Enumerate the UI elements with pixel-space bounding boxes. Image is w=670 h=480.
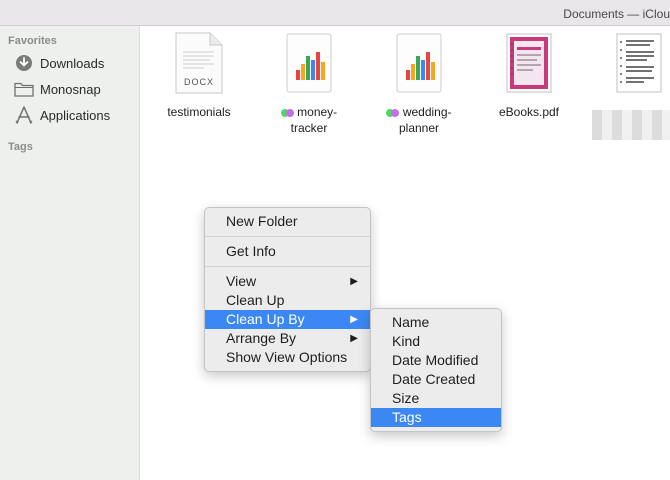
docx-badge: DOCX [183,77,214,87]
menu-item-view[interactable]: View ▶ [205,272,370,291]
file-item-money-tracker[interactable]: money- tracker [254,32,364,136]
menu-item-get-info[interactable]: Get Info [205,242,370,261]
submenu-arrow-icon: ▶ [350,333,358,344]
tag-dots [280,105,297,119]
menu-separator [205,266,370,267]
file-name: wedding- planner [364,104,474,136]
menu-item-arrange-by[interactable]: Arrange By ▶ [205,329,370,348]
file-item-ebooks-pdf[interactable]: eBooks.pdf [474,32,584,120]
file-name: testimonials [167,105,231,119]
menu-item-show-view-options[interactable]: Show View Options [205,348,370,367]
menu-item-clean-up[interactable]: Clean Up [205,291,370,310]
file-name: eBooks.pdf [498,105,560,119]
submenu-item-name[interactable]: Name [371,313,501,332]
file-item-wedding-planner[interactable]: wedding- planner [364,32,474,136]
menu-item-label: View [226,273,257,289]
menu-item-new-folder[interactable]: New Folder [205,212,370,231]
menu-item-clean-up-by[interactable]: Clean Up By ▶ [205,310,370,329]
numbers-chart-icon [394,32,444,94]
submenu-arrow-icon: ▶ [350,314,358,325]
context-menu: New Folder Get Info View ▶ Clean Up Clea… [204,207,371,372]
submenu-arrow-icon: ▶ [350,276,358,287]
tag-purple [391,109,400,117]
tag-dots [386,105,402,119]
submenu-item-tags[interactable]: Tags [371,408,501,427]
submenu-item-kind[interactable]: Kind [371,332,501,351]
file-name: money- tracker [254,104,364,136]
window-title: Documents — iClou [563,7,670,21]
docx-file-icon: DOCX [174,32,224,94]
submenu-item-date-modified[interactable]: Date Modified [371,351,501,370]
tag-purple [285,109,294,117]
sidebar-item-label: Applications [40,107,111,123]
pdf-file-icon [504,32,554,94]
sidebar-item-downloads[interactable]: Downloads [14,52,104,74]
window-titlebar: Documents — iClou [0,0,670,26]
file-name-line1: money- [297,105,338,119]
menu-separator [205,236,370,237]
sidebar-item-monosnap[interactable]: Monosnap [14,78,101,100]
file-item-testimonials[interactable]: DOCX testimonials [144,32,254,120]
applications-icon [14,105,34,125]
submenu-item-date-created[interactable]: Date Created [371,370,501,389]
menu-item-label: Clean Up By [226,311,305,327]
sidebar-favorites-heading: Favorites [8,35,57,47]
sidebar-item-label: Monosnap [40,81,101,97]
file-name-line2: planner [398,121,440,135]
sidebar-item-applications[interactable]: Applications [14,104,110,126]
numbers-chart-icon [284,32,334,94]
folder-icon [14,79,34,99]
sidebar-item-label: Downloads [40,55,105,71]
menu-item-label: Arrange By [226,330,297,346]
sidebar-tags-heading: Tags [8,141,33,153]
file-name-line2: tracker [290,121,328,135]
document-file-icon [614,32,664,94]
submenu-item-size[interactable]: Size [371,389,501,408]
sidebar: Favorites Downloads Monosnap Application… [0,26,140,480]
clean-up-by-submenu: Name Kind Date Modified Date Created Siz… [370,308,502,432]
blurred-file-name [592,110,670,140]
download-circle-icon [14,53,34,73]
file-name-line1: wedding- [402,105,452,119]
file-item-document[interactable] [584,32,670,94]
